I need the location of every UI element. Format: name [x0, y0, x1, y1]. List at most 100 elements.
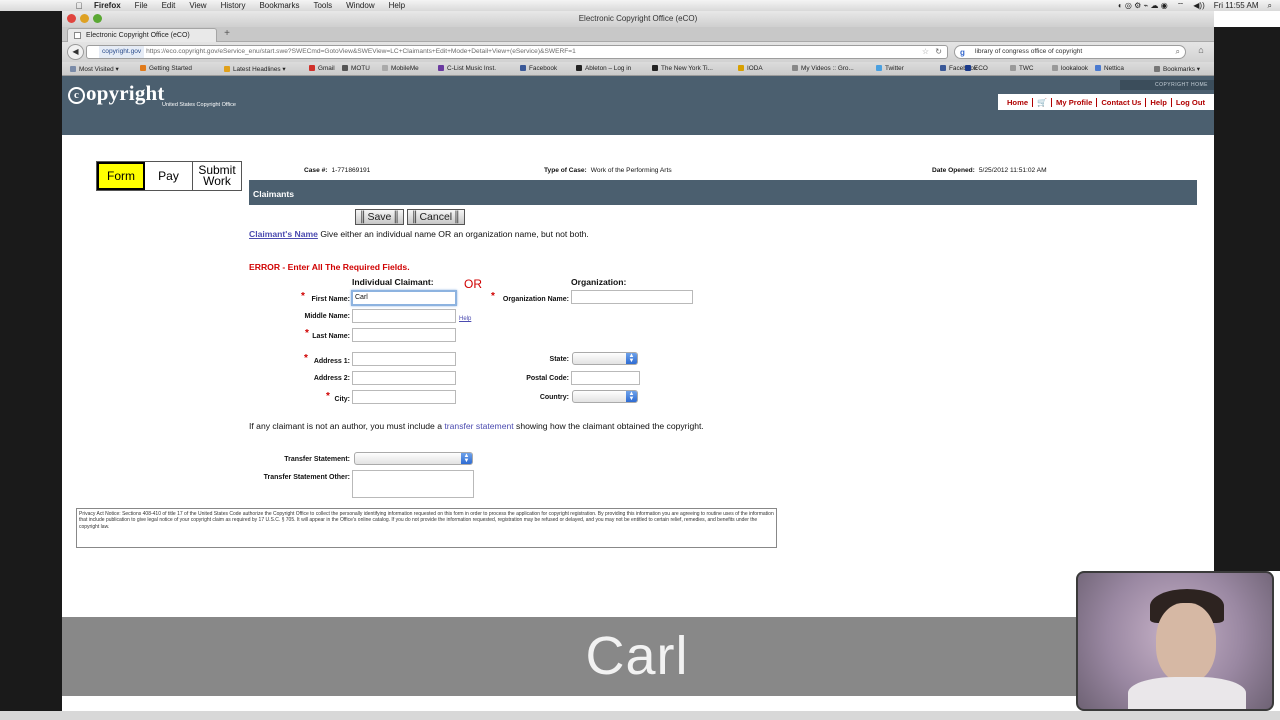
- bookmark-item[interactable]: C-List Music Inst.: [438, 65, 496, 72]
- home-icon[interactable]: ⌂: [1194, 45, 1208, 58]
- city-field[interactable]: [352, 390, 456, 404]
- bookmark-item[interactable]: Latest Headlines ▾: [224, 65, 286, 73]
- chevron-updown-icon: ▲ ▼: [461, 453, 472, 464]
- menu-extras: ◐ ◎ ⚙ ⌁ ☁ ◉ ⌔ ◀)) Fri 11:55 AM ⌕: [1118, 0, 1272, 11]
- step-submit-work[interactable]: Submit Work: [193, 162, 241, 190]
- menu-help[interactable]: Help: [389, 1, 405, 10]
- middle-name-field[interactable]: [352, 309, 456, 323]
- tab-title: Electronic Copyright Office (eCO): [86, 32, 190, 39]
- country-select[interactable]: ▲ ▼: [572, 390, 638, 403]
- copyright-home-link[interactable]: COPYRIGHT HOME: [1120, 80, 1214, 90]
- search-bar[interactable]: g library of congress office of copyrigh…: [954, 45, 1186, 59]
- transfer-statement-other-field[interactable]: [352, 470, 474, 498]
- wifi-icon[interactable]: ⌔: [1177, 1, 1185, 11]
- bookmark-item[interactable]: My Videos :: Gro...: [792, 65, 854, 72]
- logo-c: c: [68, 87, 85, 104]
- my-profile-link[interactable]: My Profile: [1052, 97, 1098, 107]
- apple-icon[interactable]: : [72, 1, 86, 11]
- postal-code-label: Postal Code:: [526, 375, 569, 382]
- state-select[interactable]: ▲ ▼: [572, 352, 638, 365]
- bookmark-item[interactable]: Facebook: [520, 65, 557, 72]
- bookmark-item[interactable]: ECO: [965, 65, 988, 72]
- bookmark-label: IODA: [747, 65, 763, 72]
- bookmark-item[interactable]: Getting Started: [140, 65, 192, 72]
- step-pay[interactable]: Pay: [145, 162, 193, 190]
- menu-bookmarks[interactable]: Bookmarks: [259, 1, 299, 10]
- bookmark-star-icon[interactable]: ☆: [922, 46, 929, 58]
- transfer-statement-link[interactable]: transfer statement: [444, 421, 513, 431]
- bookmark-item[interactable]: lookalook: [1052, 65, 1088, 72]
- cart-icon[interactable]: 🛒: [1033, 97, 1053, 107]
- section-title: Claimants: [249, 180, 1197, 205]
- last-name-field[interactable]: [352, 328, 456, 342]
- bookmark-favicon-icon: [224, 66, 230, 72]
- address-1-field[interactable]: [352, 352, 456, 366]
- bookmark-item[interactable]: MOTU: [342, 65, 370, 72]
- url-path: https://eco.copyright.gov/eService_enu/s…: [146, 48, 576, 55]
- city-label: City:: [334, 396, 350, 403]
- claimant-name-link[interactable]: Claimant's Name: [249, 229, 318, 239]
- bookmark-label: Getting Started: [149, 65, 192, 72]
- bookmark-favicon-icon: [1095, 65, 1101, 71]
- bookmark-favicon-icon: [382, 65, 388, 71]
- postal-code-field[interactable]: [571, 371, 640, 385]
- os-menu-bar:  Firefox File Edit View History Bookmar…: [0, 0, 1280, 11]
- back-button[interactable]: ◀: [67, 44, 84, 60]
- first-name-field[interactable]: Carl: [351, 290, 457, 306]
- bookmark-item[interactable]: MobileMe: [382, 65, 419, 72]
- contact-us-link[interactable]: Contact Us: [1097, 97, 1147, 107]
- tab-bar: Electronic Copyright Office (eCO) +: [62, 27, 1214, 42]
- reload-icon[interactable]: ↻: [935, 46, 942, 58]
- help-link-inline[interactable]: Help: [459, 316, 471, 322]
- bookmark-item[interactable]: Ableton – Log in: [576, 65, 631, 72]
- privacy-notice-textarea[interactable]: Privacy Act Notice: Sections 408-410 of …: [76, 508, 777, 548]
- bookmark-item[interactable]: Twitter: [876, 65, 904, 72]
- menu-file[interactable]: File: [135, 1, 148, 10]
- bookmark-item[interactable]: Gmail: [309, 65, 335, 72]
- menu-window[interactable]: Window: [346, 1, 374, 10]
- home-link[interactable]: Home: [1003, 97, 1034, 107]
- google-icon[interactable]: g: [960, 47, 970, 57]
- address-2-label: Address 2:: [313, 375, 350, 382]
- country-label: Country:: [539, 394, 569, 401]
- presenter-shirt: [1128, 677, 1246, 709]
- spotlight-icon[interactable]: ⌕: [1268, 1, 1272, 11]
- menu-history[interactable]: History: [221, 1, 246, 10]
- browser-tab[interactable]: Electronic Copyright Office (eCO): [67, 28, 217, 42]
- bookmark-item[interactable]: Nettica: [1095, 65, 1124, 72]
- bookmark-favicon-icon: [1010, 65, 1016, 71]
- organization-name-field[interactable]: [571, 290, 693, 304]
- bookmark-item[interactable]: IODA: [738, 65, 763, 72]
- organization-name-label: Organization Name:: [502, 296, 569, 303]
- search-icon[interactable]: ⌕: [1176, 46, 1180, 58]
- copyright-logo[interactable]: c opyright: [68, 81, 165, 106]
- bookmark-item[interactable]: Bookmarks ▾: [1154, 65, 1200, 73]
- chevron-updown-icon: ▲ ▼: [626, 391, 637, 402]
- url-bar[interactable]: copyright.gov https://eco.copyright.gov/…: [86, 45, 948, 59]
- save-button[interactable]: Save: [355, 209, 404, 225]
- bookmark-item[interactable]: TWC: [1010, 65, 1034, 72]
- bookmark-label: Most Visited ▾: [79, 66, 119, 73]
- address-2-field[interactable]: [352, 371, 456, 385]
- bookmarks-toolbar: Most Visited ▾ Getting Started Latest Head…: [62, 62, 1214, 76]
- status-icons[interactable]: ◐ ◎ ⚙ ⌁ ☁ ◉: [1118, 1, 1168, 10]
- bookmark-favicon-icon: [792, 65, 798, 71]
- url-domain: copyright.gov: [99, 46, 145, 58]
- step-form[interactable]: Form: [97, 162, 145, 190]
- clock[interactable]: Fri 11:55 AM: [1214, 1, 1259, 10]
- menu-app-name[interactable]: Firefox: [94, 1, 121, 10]
- menu-view[interactable]: View: [189, 1, 206, 10]
- log-out-link[interactable]: Log Out: [1172, 98, 1209, 107]
- transfer-statement-select[interactable]: ▲ ▼: [354, 452, 473, 465]
- volume-icon[interactable]: ◀)): [1193, 1, 1204, 10]
- bookmark-item[interactable]: Most Visited ▾: [70, 65, 119, 73]
- new-tab-button[interactable]: +: [220, 28, 234, 41]
- bookmark-item[interactable]: The New York Ti...: [652, 65, 713, 72]
- help-link[interactable]: Help: [1146, 97, 1172, 107]
- cancel-button[interactable]: Cancel: [407, 209, 465, 225]
- error-message: ERROR - Enter All The Required Fields.: [249, 262, 410, 272]
- transfer-note: If any claimant is not an author, you mu…: [249, 421, 704, 431]
- menu-edit[interactable]: Edit: [162, 1, 176, 10]
- menu-tools[interactable]: Tools: [313, 1, 332, 10]
- bookmark-label: Gmail: [318, 65, 335, 72]
